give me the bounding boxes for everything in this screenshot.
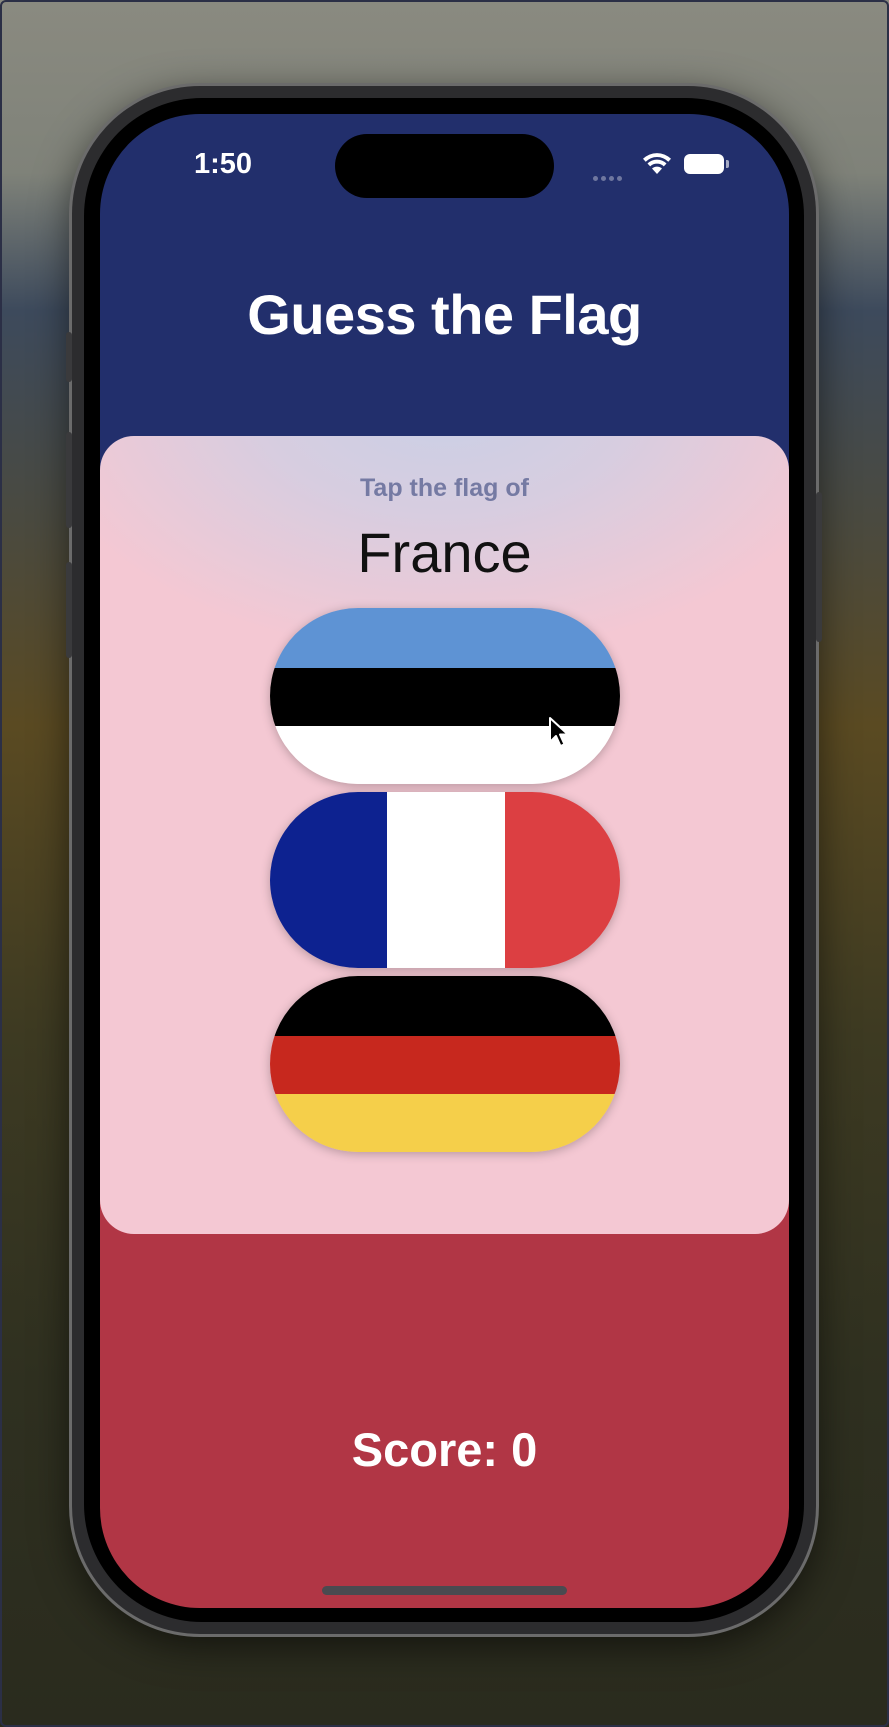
- flag-stripe: [270, 1035, 620, 1094]
- score-label: Score: 0: [351, 1423, 538, 1476]
- flag-stripe: [270, 792, 388, 968]
- question-card: Tap the flag of France: [100, 436, 789, 1234]
- battery-icon: [684, 154, 729, 174]
- volume-up-button: [66, 432, 72, 528]
- country-name: France: [357, 521, 532, 584]
- flag-stripe: [270, 608, 620, 668]
- question-prompt: Tap the flag of: [360, 474, 529, 502]
- flag-button-france[interactable]: [270, 792, 620, 968]
- flag-stripe: [504, 792, 620, 968]
- flag-stripe: [270, 976, 620, 1036]
- dynamic-island: [335, 134, 554, 198]
- status-time: 1:50: [194, 148, 253, 180]
- action-button: [66, 332, 72, 382]
- flag-button-germany[interactable]: [270, 976, 620, 1152]
- page-title: Guess the Flag: [247, 283, 642, 346]
- flag-button-estonia[interactable]: [270, 608, 620, 784]
- flag-stripe: [387, 792, 505, 968]
- app-screen: 1:50 Guess the Flag Tap the flag of Fran…: [100, 114, 789, 1608]
- power-button: [816, 492, 822, 642]
- volume-down-button: [66, 562, 72, 658]
- cellular-signal-icon: [593, 168, 629, 181]
- mouse-cursor-icon: [549, 717, 569, 747]
- flag-stripe: [270, 1093, 620, 1152]
- home-indicator[interactable]: [322, 1586, 567, 1595]
- wifi-icon: [643, 153, 671, 174]
